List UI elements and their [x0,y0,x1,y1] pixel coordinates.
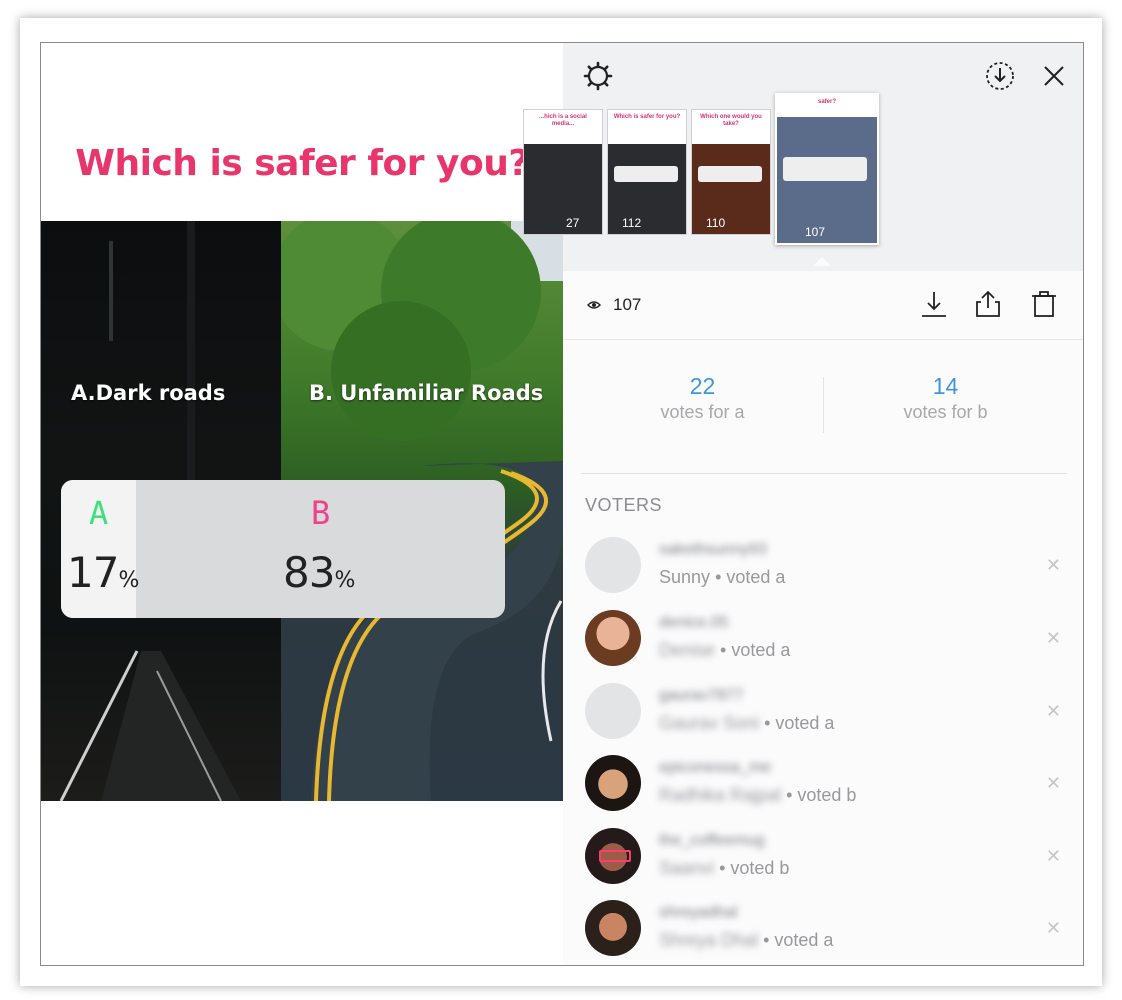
voter-name: Denise [659,640,716,660]
votes-a-count: 22 [689,373,716,399]
story-thumbnails: ...hich is a social media... 27 Which is… [523,93,1083,253]
percent-sign: % [334,568,355,593]
voter-row[interactable]: gaurav7877 Gaurav Soni • voted a ✕ [585,683,1063,755]
voter-detail: Gaurav Soni • voted a [659,713,834,734]
story-thumbnail[interactable]: ...hich is a social media... 27 [523,109,603,235]
voter-username: denice.05 [659,614,729,631]
remove-voter-icon[interactable]: ✕ [1046,773,1061,794]
remove-voter-icon[interactable]: ✕ [1046,918,1061,939]
remove-voter-icon[interactable]: ✕ [1046,628,1061,649]
eye-icon [587,295,601,315]
download-circle-icon[interactable] [983,59,1017,93]
voter-detail: Sunny • voted a [659,567,785,588]
trash-icon[interactable] [1029,289,1059,319]
voter-name: Gaurav Soni [659,713,760,733]
avatar [585,537,641,593]
voter-row[interactable]: epiconessa_me Radhika Rajpal • voted b ✕ [585,755,1063,827]
option-b-percent-value: 83 [283,548,335,597]
voter-username: the_coffeemug [659,832,765,849]
voter-name: Radhika Rajpal [659,785,782,805]
story-preview: Which is safer for you? A.Dark roads B. … [41,43,563,965]
story-viewer-window: Which is safer for you? A.Dark roads B. … [40,42,1084,966]
thumbnail-poll [783,157,867,181]
poll-question: Which is safer for you? [75,143,529,184]
view-count-value: 107 [613,295,642,314]
votes-a-label: votes for a [660,402,745,422]
active-thumbnail-caret [813,257,831,266]
voter-detail: Radhika Rajpal • voted b [659,785,856,806]
votes-for-a: 22 votes for a [581,373,824,423]
story-insights-panel: ...hich is a social media... 27 Which is… [523,43,1083,965]
thumbnail-poll [614,166,678,182]
option-b-percent: 83% [283,548,355,597]
option-a-letter: A [89,494,109,532]
close-icon[interactable] [1037,59,1071,93]
votes-b-label: votes for b [903,402,988,422]
voter-vote: • voted a [715,567,786,587]
voter-username: epiconessa_me [659,759,772,776]
thumbnail-view-count: 112 [622,216,642,230]
story-tray: ...hich is a social media... 27 Which is… [523,43,1083,271]
download-icon[interactable] [919,289,949,319]
remove-voter-icon[interactable]: ✕ [1046,846,1061,867]
poll-result-sticker: A B 17% 83% [61,480,505,618]
voter-username: shreyadhal [659,904,738,921]
avatar [585,610,641,666]
voter-name: Shreya Dhal [659,930,759,950]
share-icon[interactable] [973,289,1003,319]
story-thumbnail[interactable]: Which is safer for you? 112 [607,109,687,235]
voter-detail: Denise • voted a [659,640,790,661]
thumbnail-poll [698,166,762,182]
option-a-percent: 17% [67,548,139,597]
voter-detail: Saanvi • voted b [659,858,789,879]
voter-vote: • voted b [719,858,790,878]
option-a-percent-value: 17 [67,548,119,597]
voter-vote: • voted b [786,785,857,805]
voter-row[interactable]: shreyadhal Shreya Dhal • voted a ✕ [585,900,1063,965]
view-count[interactable]: 107 [587,295,641,315]
thumbnail-title: Which one would you take? [700,114,762,127]
story-stats-bar: 107 [563,271,1083,340]
thumbnail-title: safer? [817,99,836,105]
voter-row[interactable]: sakethsunny93 Sunny • voted a ✕ [585,537,1063,609]
option-a-label: A.Dark roads [71,381,226,405]
thumbnail-view-count: 110 [706,216,726,230]
avatar [585,900,641,956]
percent-sign: % [118,568,139,593]
avatar [585,755,641,811]
voter-vote: • voted a [720,640,791,660]
vote-summary: 22 votes for a 14 votes for b [581,341,1067,474]
voter-row[interactable]: the_coffeemug Saanvi • voted b ✕ [585,828,1063,900]
story-thumbnail-active[interactable]: safer? 107 [775,93,879,245]
option-b-letter: B [311,494,331,532]
voter-row[interactable]: denice.05 Denise • voted a ✕ [585,610,1063,682]
voter-detail: Shreya Dhal • voted a [659,930,833,951]
voter-username: gaurav7877 [659,687,744,704]
avatar [585,828,641,884]
thumbnail-view-count: 107 [805,225,826,239]
votes-for-b: 14 votes for b [824,373,1067,423]
voter-vote: • voted a [764,713,835,733]
voters-heading: VOTERS [585,495,663,515]
option-b-label: B. Unfamiliar Roads [309,381,544,405]
remove-voter-icon[interactable]: ✕ [1046,701,1061,722]
thumbnail-title: ...hich is a social media... [539,114,587,127]
settings-icon[interactable] [581,59,615,93]
voter-name: Saanvi [659,858,715,878]
votes-b-count: 14 [932,373,959,399]
thumbnail-title: Which is safer for you? [613,114,681,120]
thumbnail-view-count: 27 [566,216,580,230]
voter-vote: • voted a [763,930,834,950]
avatar [585,683,641,739]
voter-username: sakethsunny93 [659,541,767,558]
story-thumbnail[interactable]: Which one would you take? 110 [691,109,771,235]
voter-name: Sunny [659,567,711,587]
remove-voter-icon[interactable]: ✕ [1046,555,1061,576]
